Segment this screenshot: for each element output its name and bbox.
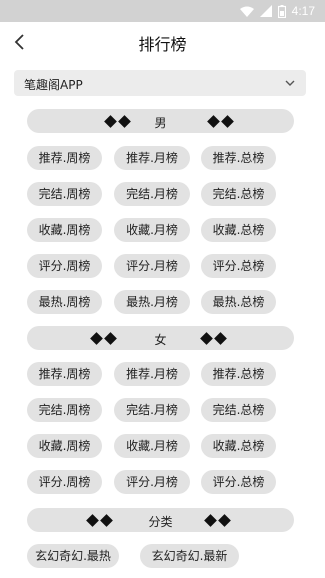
chevron-down-icon [285,80,295,86]
rank-chip-male-rating-month[interactable]: 评分.月榜 [114,254,190,278]
rank-chip-male-hot-month[interactable]: 最热.月榜 [114,290,190,314]
section-title-male: 男 [154,116,167,130]
wifi-icon [239,6,254,17]
rank-chip-female-recommend-total[interactable]: 推荐.总榜 [201,362,276,386]
rank-chip-female-rating-total[interactable]: 评分.总榜 [201,470,276,494]
rank-chip-male-finished-week[interactable]: 完结.周榜 [27,182,102,206]
rank-chip-male-hot-week[interactable]: 最热.周榜 [27,290,102,314]
rank-chip-female-finished-month[interactable]: 完结.月榜 [114,398,190,422]
rank-chip-male-finished-month[interactable]: 完结.月榜 [114,182,190,206]
rank-chip-male-finished-total[interactable]: 完结.总榜 [201,182,276,206]
rank-chip-female-favorite-total[interactable]: 收藏.总榜 [201,434,276,458]
rank-chip-female-recommend-week[interactable]: 推荐.周榜 [27,362,102,386]
category-chip-fantasy-new[interactable]: 玄幻奇幻.最新 [140,544,239,568]
page-title: 排行榜 [138,35,187,54]
source-dropdown-value: 笔趣阁APP [24,78,83,92]
diamond-icon-right [204,512,231,528]
rank-chip-female-rating-week[interactable]: 评分.周榜 [27,470,102,494]
rank-chip-female-finished-week[interactable]: 完结.周榜 [27,398,102,422]
source-dropdown[interactable]: 笔趣阁APP [14,70,306,96]
section-header-female: 女 [27,326,294,350]
rank-chip-male-favorite-total[interactable]: 收藏.总榜 [201,218,276,242]
rank-chip-female-favorite-month[interactable]: 收藏.月榜 [114,434,190,458]
rank-chip-male-rating-total[interactable]: 评分.总榜 [201,254,276,278]
rank-chip-male-recommend-month[interactable]: 推荐.月榜 [114,146,190,170]
section-header-category: 分类 [27,508,294,532]
battery-icon [277,4,286,18]
rank-chip-male-recommend-total[interactable]: 推荐.总榜 [201,146,276,170]
rank-chip-female-recommend-month[interactable]: 推荐.月榜 [114,362,190,386]
diamond-icon-right [207,113,234,129]
diamond-icon-right [200,330,227,346]
signal-icon [259,5,272,17]
toolbar: 排行榜 [0,22,325,62]
section-header-male: 男 [27,109,294,133]
rank-chip-male-favorite-week[interactable]: 收藏.周榜 [27,218,102,242]
rank-chip-male-rating-week[interactable]: 评分.周榜 [27,254,102,278]
section-title-category: 分类 [148,515,173,529]
rank-chip-male-recommend-week[interactable]: 推荐.周榜 [27,146,102,170]
rank-chip-female-rating-month[interactable]: 评分.月榜 [114,470,190,494]
status-bar: 4:17 [0,0,325,22]
status-time: 4:17 [291,4,315,18]
status-icons: 4:17 [239,4,315,18]
rank-chip-female-finished-total[interactable]: 完结.总榜 [201,398,276,422]
rank-chip-female-favorite-week[interactable]: 收藏.周榜 [27,434,102,458]
rank-chip-male-hot-total[interactable]: 最热.总榜 [201,290,276,314]
category-chip-fantasy-hot[interactable]: 玄幻奇幻.最热 [27,544,119,568]
section-title-female: 女 [154,333,167,347]
rank-chip-male-favorite-month[interactable]: 收藏.月榜 [114,218,190,242]
